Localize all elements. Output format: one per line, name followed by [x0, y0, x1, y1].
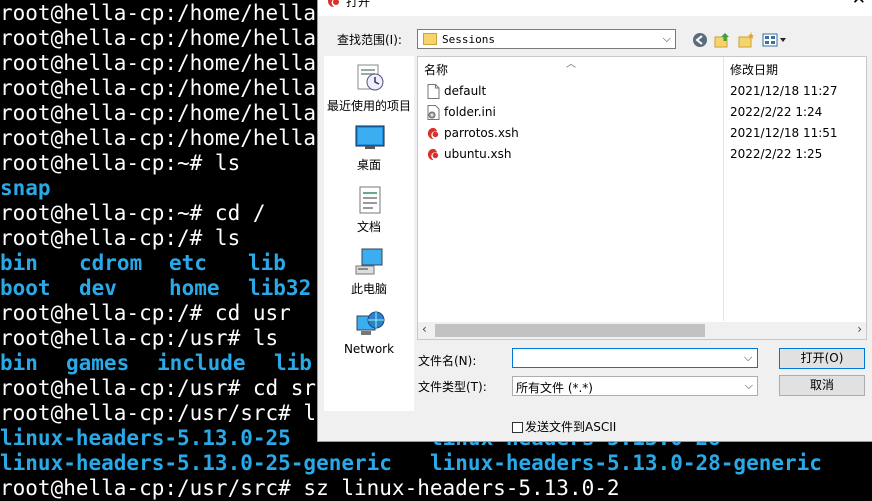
- terminal-dir-entry: lib: [248, 251, 286, 275]
- send-ascii-checkbox-row[interactable]: 发送文件到ASCII: [512, 418, 616, 435]
- terminal-dir-entry: cdrom: [79, 251, 143, 275]
- chevron-down-icon: ⌵: [662, 32, 671, 45]
- recent-items-icon: [357, 64, 384, 91]
- terminal-text: root@hella-cp:/home/hella: [0, 51, 317, 75]
- sort-ascending-icon: ︿: [566, 59, 576, 70]
- terminal-dir-entry: bin: [0, 251, 38, 275]
- terminal-text: root@hella-cp:/home/hella: [0, 126, 317, 150]
- terminal-dir-entry: linux-headers-5.13.0-25-generic: [0, 451, 392, 475]
- xshell-app-icon: [328, 0, 339, 7]
- file-modified-date: 2021/12/18 11:51: [730, 126, 838, 140]
- terminal-text: root@hella-cp:~# cd /: [0, 201, 266, 225]
- terminal-text: root@hella-cp:/home/hella: [0, 76, 317, 100]
- network-icon: [356, 311, 385, 335]
- terminal-text: root@hella-cp:/home/hella: [0, 1, 317, 25]
- file-name: parrotos.xsh: [444, 126, 519, 140]
- close-icon[interactable]: ✕: [852, 0, 866, 8]
- file-name: ubuntu.xsh: [444, 147, 512, 161]
- file-modified-date: 2021/12/18 11:27: [730, 84, 838, 98]
- scroll-left-icon[interactable]: ‹: [422, 322, 427, 336]
- scroll-right-icon[interactable]: ›: [857, 322, 862, 336]
- xshell-session-icon: [427, 127, 439, 140]
- terminal-dir-entry: bin: [0, 351, 38, 375]
- terminal-dir-entry: lib32: [248, 276, 312, 300]
- terminal-text: root@hella-cp:~# ls: [0, 151, 241, 175]
- scrollbar-thumb[interactable]: [435, 324, 705, 337]
- file-list[interactable]: ︿ 名称 修改日期 default 2021/12/18 11:27 folder.…: [417, 56, 867, 340]
- terminal-dir-entry: include: [157, 351, 246, 375]
- terminal-text: root@hella-cp:/# ls: [0, 226, 241, 250]
- terminal-dir-entry: dev: [79, 276, 117, 300]
- open-file-dialog: 打开 ✕ 查找范围(I): Sessions ⌵: [317, 0, 872, 442]
- xshell-session-icon: [427, 148, 439, 161]
- filetype-label: 文件类型(T):: [418, 380, 487, 394]
- terminal-text: root@hella-cp:/usr/src# l: [0, 401, 317, 425]
- place-label: 最近使用的项目: [326, 99, 411, 113]
- send-ascii-checkbox[interactable]: [512, 422, 523, 433]
- terminal-text: root@hella-cp:/usr# cd sr: [0, 376, 317, 400]
- filetype-select[interactable]: 所有文件 (*.*) ⌵: [512, 376, 758, 396]
- filetype-value: 所有文件 (*.*): [516, 381, 593, 395]
- terminal-dir-entry: linux-headers-5.13.0-28-generic: [430, 451, 822, 475]
- terminal-dir-entry: etc: [169, 251, 207, 275]
- look-in-label: 查找范围(I):: [337, 33, 402, 47]
- place-network[interactable]: Network: [324, 308, 414, 360]
- terminal-dir-entry: lib: [274, 351, 312, 375]
- terminal-text: root@hella-cp:/home/hella: [0, 26, 317, 50]
- place-label: 此电脑: [350, 282, 387, 296]
- computer-icon: [355, 248, 383, 275]
- look-in-value: Sessions: [442, 33, 495, 46]
- terminal-text: root@hella-cp:/usr/src# sz linux-headers…: [0, 476, 620, 500]
- horizontal-scrollbar[interactable]: ‹ ›: [418, 322, 866, 339]
- documents-icon: [359, 186, 381, 214]
- terminal-dir-entry: linux-headers-5.13.0-25: [0, 426, 291, 450]
- terminal-dir-entry: games: [66, 351, 130, 375]
- file-row[interactable]: folder.ini 2022/2/22 1:24: [418, 102, 866, 123]
- place-recent[interactable]: 最近使用的项目: [324, 60, 414, 116]
- column-header-name[interactable]: 名称: [424, 61, 448, 78]
- filename-label: 文件名(N):: [418, 354, 477, 368]
- settings-file-icon: [427, 105, 440, 120]
- place-label: 文档: [356, 220, 381, 234]
- file-modified-date: 2022/2/22 1:25: [730, 147, 823, 161]
- place-label: 桌面: [356, 158, 381, 172]
- file-name: folder.ini: [444, 105, 496, 119]
- file-name: default: [444, 84, 487, 98]
- terminal-dir-entry: boot: [0, 276, 51, 300]
- up-folder-icon[interactable]: [714, 32, 730, 48]
- send-ascii-label: 发送文件到ASCII: [525, 420, 617, 434]
- filename-input[interactable]: [512, 348, 758, 368]
- open-button[interactable]: 打开(O): [779, 348, 865, 369]
- terminal-text: root@hella-cp:/home/hella: [0, 101, 317, 125]
- column-header-modified[interactable]: 修改日期: [730, 61, 778, 78]
- place-computer[interactable]: 此电脑: [324, 246, 414, 298]
- place-documents[interactable]: 文档: [324, 184, 414, 236]
- look-in-dropdown[interactable]: Sessions ⌵: [417, 29, 676, 49]
- back-icon[interactable]: [692, 32, 708, 48]
- dialog-title: 打开: [346, 0, 371, 9]
- terminal-text: root@hella-cp:/usr# ls: [0, 326, 279, 350]
- file-modified-date: 2022/2/22 1:24: [730, 105, 823, 119]
- file-row[interactable]: parrotos.xsh 2021/12/18 11:51: [418, 123, 866, 144]
- chevron-down-icon: ⌵: [744, 379, 753, 392]
- place-desktop[interactable]: 桌面: [324, 122, 414, 174]
- terminal-dir-entry: snap: [0, 176, 51, 200]
- terminal-dir-entry: home: [169, 276, 220, 300]
- new-folder-icon[interactable]: [738, 32, 754, 48]
- place-label: Network: [343, 342, 395, 356]
- folder-icon: [423, 33, 437, 45]
- dialog-titlebar[interactable]: 打开 ✕: [318, 0, 872, 16]
- desktop-icon: [355, 125, 385, 149]
- view-menu-icon[interactable]: [762, 32, 788, 48]
- cancel-button[interactable]: 取消: [779, 375, 865, 396]
- file-icon: [427, 84, 440, 99]
- terminal-text: root@hella-cp:/# cd usr: [0, 301, 291, 325]
- file-row[interactable]: default 2021/12/18 11:27: [418, 81, 866, 102]
- file-row[interactable]: ubuntu.xsh 2022/2/22 1:25: [418, 144, 866, 165]
- places-bar: 最近使用的项目 桌面 文档 此电脑 Network: [324, 56, 414, 411]
